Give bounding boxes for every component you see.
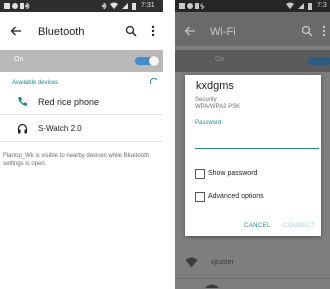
system-status-icons xyxy=(101,2,136,10)
device-name: S-Watch 2.0 xyxy=(38,124,82,133)
page-title: Wi-Fi xyxy=(210,26,236,38)
headphones-icon xyxy=(17,123,28,134)
connect-button[interactable]: CONNECT xyxy=(283,223,315,229)
status-bar: 7:3 xyxy=(175,0,330,12)
phone-icon xyxy=(18,97,27,106)
search-icon[interactable] xyxy=(125,25,137,37)
bluetooth-screen: 7:31 Bluetooth On Available devices Red … xyxy=(0,0,163,289)
cancel-button[interactable]: CANCEL xyxy=(244,223,271,229)
back-arrow-icon[interactable] xyxy=(184,25,196,37)
status-time: 7:3 xyxy=(317,2,327,9)
more-options-icon[interactable] xyxy=(150,25,156,37)
back-arrow-icon[interactable] xyxy=(10,25,22,37)
divider xyxy=(0,141,163,142)
password-input[interactable] xyxy=(195,132,319,148)
status-time: 7:31 xyxy=(141,2,155,9)
network-name-background[interactable]: xjruster xyxy=(211,259,234,266)
show-password-label: Show password xyxy=(208,170,258,177)
toggle-knob xyxy=(149,56,159,66)
dialog-network-name: kxdgms xyxy=(196,80,234,92)
divider xyxy=(175,278,330,279)
wifi-toggle-switch[interactable] xyxy=(308,57,330,65)
search-icon[interactable] xyxy=(301,25,313,37)
visibility-note: Flartop_Wk is visible to nearby devices … xyxy=(3,153,150,167)
notification-icons xyxy=(4,2,30,10)
status-bar: 7:31 xyxy=(0,0,163,12)
available-devices-header: Available devices xyxy=(12,80,59,86)
wifi-toggle-row[interactable] xyxy=(175,50,330,72)
password-field-underline xyxy=(195,148,319,149)
security-value: WPA/WPA2 PSK xyxy=(195,104,241,110)
page-title: Bluetooth xyxy=(38,26,85,38)
wifi-signal-icon xyxy=(185,257,198,268)
show-password-checkbox[interactable] xyxy=(195,169,205,179)
password-label: Password xyxy=(195,120,222,126)
device-name: Red rice phone xyxy=(38,97,100,107)
notification-icons xyxy=(179,3,205,10)
system-status-icons xyxy=(286,2,312,10)
toggle-label: On xyxy=(215,56,225,63)
toggle-label: On xyxy=(14,56,24,63)
security-label: Security xyxy=(195,97,217,103)
wifi-signal-icon xyxy=(205,284,219,288)
more-options-icon[interactable] xyxy=(321,25,327,37)
advanced-options-checkbox[interactable] xyxy=(195,192,205,202)
refresh-spinner-icon xyxy=(150,78,158,85)
advanced-options-label: Advanced options xyxy=(208,193,264,200)
